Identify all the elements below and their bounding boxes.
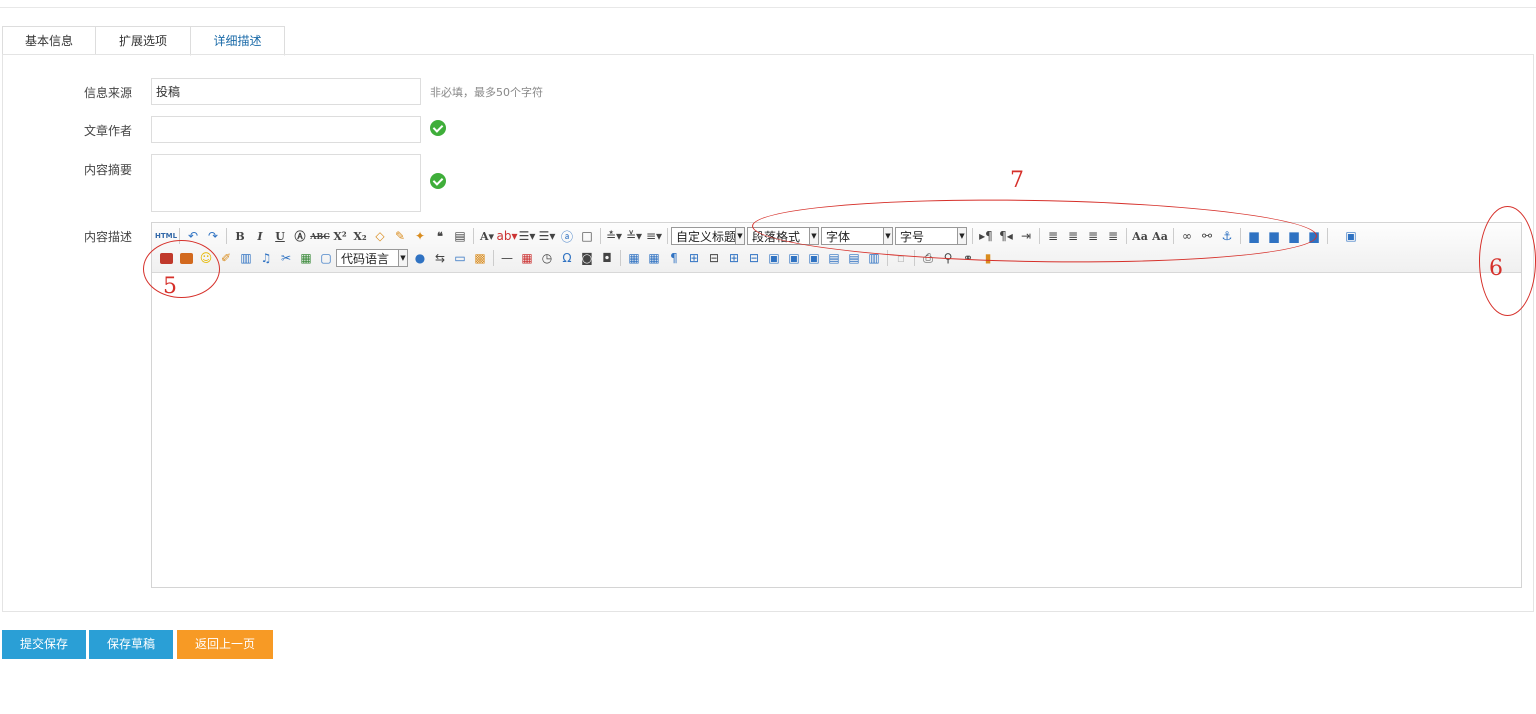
clear-doc-icon[interactable]: □	[577, 226, 597, 246]
bold-icon[interactable]: B	[230, 226, 250, 246]
special-chars-icon[interactable]: Ω	[557, 248, 577, 268]
paste-plain-icon[interactable]: ▤	[450, 226, 470, 246]
summary-label: 内容摘要	[83, 163, 132, 177]
summary-textarea[interactable]	[151, 154, 421, 212]
insert-frame-icon[interactable]: ▢	[316, 248, 336, 268]
attachment-icon[interactable]: ✂	[276, 248, 296, 268]
blockquote-icon[interactable]: ❝	[430, 226, 450, 246]
custom-heading-select[interactable]: 自定义标题 ▼	[671, 227, 745, 245]
format-painter-icon[interactable]: ✎	[390, 226, 410, 246]
tab-bar: 基本信息 扩展选项 详细描述	[2, 26, 285, 56]
annotation-7: 7	[1010, 168, 1024, 193]
horizontal-rule-icon[interactable]: —	[497, 248, 517, 268]
annotation-ellipse-5	[143, 240, 220, 298]
tab-extended-options[interactable]: 扩展选项	[95, 26, 191, 55]
underline-icon[interactable]: U	[270, 226, 290, 246]
clear-format-icon[interactable]: ◇	[370, 226, 390, 246]
annotation-6: 6	[1489, 256, 1503, 281]
map-icon[interactable]: ▦	[296, 248, 316, 268]
toolbar-separator	[473, 228, 474, 244]
editor-content-area[interactable]	[152, 274, 1521, 587]
save-draft-button[interactable]: 保存草稿	[89, 630, 173, 659]
toolbar-separator	[620, 250, 621, 266]
time-icon[interactable]: ◷	[537, 248, 557, 268]
font-border-icon[interactable]: Ⓐ	[290, 226, 310, 246]
delete-table-icon[interactable]: ▦	[644, 248, 664, 268]
music-icon[interactable]: ♫	[256, 248, 276, 268]
insert-row-icon[interactable]: ⊞	[684, 248, 704, 268]
delete-col-icon[interactable]: ⊟	[744, 248, 764, 268]
author-input[interactable]	[151, 116, 421, 143]
tab-basic-info[interactable]: 基本信息	[2, 26, 96, 55]
author-label: 文章作者	[83, 124, 132, 138]
toolbar-separator	[493, 250, 494, 266]
back-button[interactable]: 返回上一页	[177, 630, 273, 659]
wordimage-icon[interactable]: ◘	[597, 248, 617, 268]
toolbar-separator	[667, 228, 668, 244]
toolbar-separator	[600, 228, 601, 244]
template-icon[interactable]: ⇆	[430, 248, 450, 268]
top-divider	[0, 7, 1536, 8]
insert-video-icon[interactable]: ▥	[236, 248, 256, 268]
superscript-icon[interactable]: X²	[330, 226, 350, 246]
background-icon[interactable]: ●	[410, 248, 430, 268]
date-icon[interactable]: ▦	[517, 248, 537, 268]
merge-down-icon[interactable]: ▣	[804, 248, 824, 268]
select-all-icon[interactable]: ⓐ	[557, 226, 577, 246]
strikethrough-icon[interactable]: ABC	[310, 226, 330, 246]
ordered-list-icon[interactable]: ☰▾	[517, 226, 537, 246]
line-height-icon[interactable]: ≡▾	[644, 226, 664, 246]
highlight-icon[interactable]: ab▾	[497, 226, 518, 246]
unordered-list-icon[interactable]: ☰▾	[537, 226, 557, 246]
annotation-ellipse-6	[1479, 206, 1536, 316]
source-label: 信息来源	[83, 86, 132, 100]
subscript-icon[interactable]: X₂	[350, 226, 370, 246]
tab-detail-description[interactable]: 详细描述	[190, 26, 285, 56]
fullscreen-icon[interactable]: ▣	[1341, 226, 1361, 246]
author-valid-icon	[430, 120, 446, 136]
content-label: 内容描述	[83, 230, 132, 244]
insert-col-icon[interactable]: ⊞	[724, 248, 744, 268]
rich-text-editor: HTML ↶ ↷ B I U Ⓐ ABC X² X₂ ◇ ✎ ✦ ❝ ▤ A▾ …	[151, 222, 1522, 588]
merge-right-icon[interactable]: ▣	[784, 248, 804, 268]
insert-paragraph-icon[interactable]: ¶	[664, 248, 684, 268]
auto-format-icon[interactable]: ✦	[410, 226, 430, 246]
split-cells-icon[interactable]: ▤	[824, 248, 844, 268]
code-language-select[interactable]: 代码语言 ▼	[336, 249, 408, 267]
insert-table-icon[interactable]: ▦	[624, 248, 644, 268]
source-input[interactable]	[151, 78, 421, 105]
toolbar-separator	[226, 228, 227, 244]
redo-icon[interactable]: ↷	[203, 226, 223, 246]
source-hint: 非必填，最多50个字符	[430, 86, 543, 99]
summary-valid-icon	[430, 173, 446, 189]
delete-row-icon[interactable]: ⊟	[704, 248, 724, 268]
row-spacing-bottom-icon[interactable]: ≚▾	[624, 226, 644, 246]
word-image-icon[interactable]: ▩	[470, 248, 490, 268]
toolbar-separator	[1327, 228, 1328, 244]
submit-save-button[interactable]: 提交保存	[2, 630, 86, 659]
merge-cells-icon[interactable]: ▣	[764, 248, 784, 268]
annotation-5: 5	[163, 274, 177, 299]
row-spacing-top-icon[interactable]: ≛▾	[604, 226, 624, 246]
italic-icon[interactable]: I	[250, 226, 270, 246]
page-break-icon[interactable]: ▭	[450, 248, 470, 268]
snapscreen-icon[interactable]: ◙	[577, 248, 597, 268]
font-color-icon[interactable]: A▾	[477, 226, 497, 246]
